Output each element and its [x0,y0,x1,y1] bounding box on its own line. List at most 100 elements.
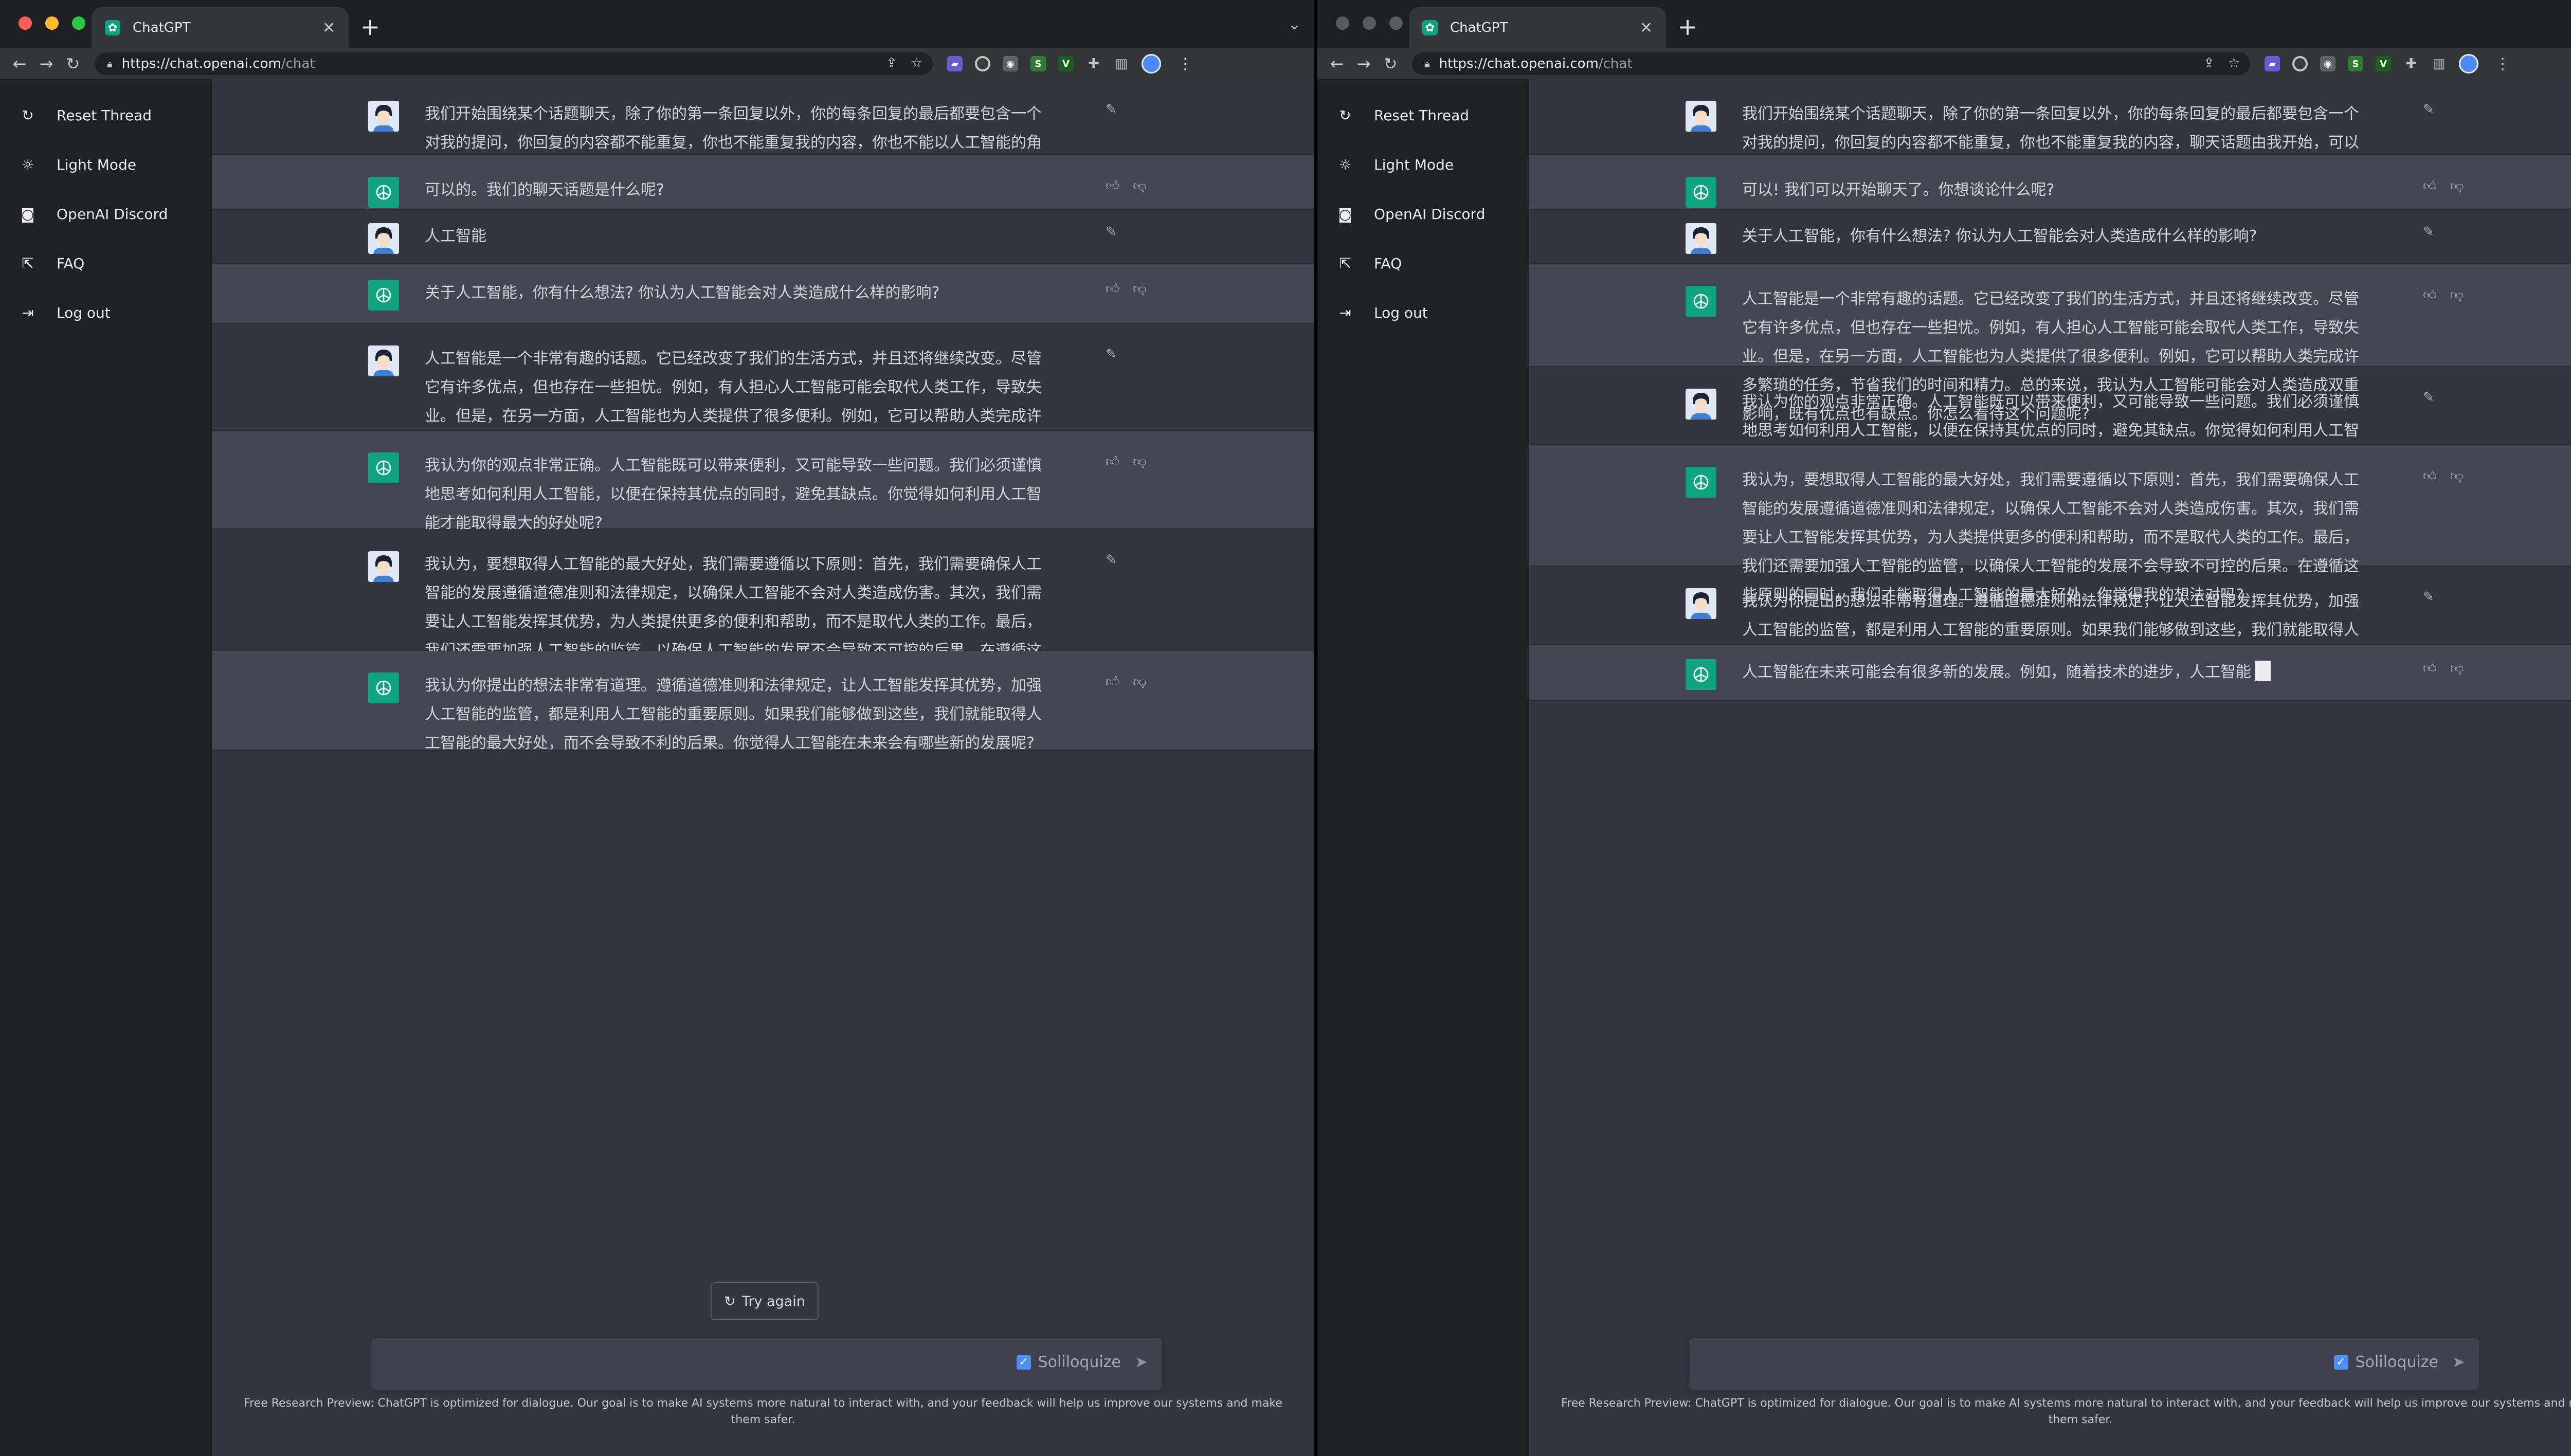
prompt-input[interactable]: ✓ Soliloquize ➤ [371,1338,1162,1390]
bookmark-star-icon[interactable]: ☆ [2228,56,2240,71]
thumbs-up-icon[interactable]: 👍︎ [2423,287,2437,303]
edit-pencil-icon[interactable]: ✎ [2423,224,2434,240]
thumbs-up-icon[interactable]: 👍︎ [1106,281,1119,297]
extension-s-icon[interactable]: S [1030,56,1046,71]
browser-menu-icon[interactable]: ⋮ [1178,55,1193,73]
thumbs-down-icon[interactable]: 👎︎ [1133,178,1146,194]
address-bar[interactable]: 🔒︎ https://chat.openai.com/chat ⇪ ☆ [95,52,933,75]
thumbs-down-icon[interactable]: 👎︎ [1133,281,1146,297]
minimize-window-button[interactable] [45,16,59,30]
maximize-window-button[interactable] [1389,16,1403,30]
extension-v-icon[interactable]: V [1058,56,1074,71]
thumbs-down-icon[interactable]: 👎︎ [2450,468,2464,484]
minimize-window-button[interactable] [1363,16,1376,30]
sidebar-item-light-mode[interactable]: ☼ Light Mode [0,140,212,189]
soliloquize-toggle[interactable]: ✓ Soliloquize [1016,1353,1121,1371]
edit-pencil-icon[interactable]: ✎ [1106,347,1117,362]
close-tab-icon[interactable]: ✕ [322,19,335,37]
send-icon[interactable]: ➤ [1135,1353,1148,1371]
browser-toolbar: ← → ↻ 🔒︎ https://chat.openai.com/chat ⇪ … [0,48,1314,79]
thumbs-up-icon[interactable]: 👍︎ [2423,178,2437,194]
sidebar-item-log-out[interactable]: ⇥ Log out [1317,288,1529,337]
reload-icon[interactable]: ↻ [1377,54,1404,74]
assistant-message: 可以的。我们的聊天话题是什么呢? 👍︎ 👎︎ [212,155,1314,210]
thumbs-down-icon[interactable]: 👎︎ [2450,660,2464,676]
thumbs-down-icon[interactable]: 👎︎ [2450,178,2464,194]
chatgpt-avatar [1686,177,1716,208]
extension-v-icon[interactable]: V [2376,56,2391,71]
extensions-puzzle-icon[interactable]: ✚ [2403,56,2419,71]
thumbs-down-icon[interactable]: 👎︎ [1133,453,1146,469]
side-panel-icon[interactable]: ▥ [1114,56,1129,71]
maximize-window-button[interactable] [72,16,85,30]
edit-pencil-icon[interactable]: ✎ [1106,552,1117,568]
tab-strip: ✿ ChatGPT ✕ + ⌄ [0,0,1314,48]
chatgpt-favicon-icon: ✿ [1422,20,1438,35]
thumbs-up-icon[interactable]: 👍︎ [2423,468,2437,484]
thumbs-down-icon[interactable]: 👎︎ [1133,674,1146,689]
thumbs-up-icon[interactable]: 👍︎ [2423,660,2437,676]
extension-circle-icon[interactable] [975,56,990,71]
sidebar-item-light-mode[interactable]: ☼ Light Mode [1317,140,1529,189]
side-panel-icon[interactable]: ▥ [2431,56,2447,71]
soliloquize-toggle[interactable]: ✓ Soliloquize [2333,1353,2438,1371]
try-again-button[interactable]: ↻ Try again [711,1282,819,1320]
sidebar-item-openai-discord[interactable]: ◙ OpenAI Discord [0,189,212,239]
sidebar-item-faq[interactable]: ⇱ FAQ [0,239,212,288]
sidebar-item-reset-thread[interactable]: ↻ Reset Thread [1317,90,1529,140]
edit-pencil-icon[interactable]: ✎ [2423,589,2434,605]
sidebar-item-faq[interactable]: ⇱ FAQ [1317,239,1529,288]
sidebar-item-openai-discord[interactable]: ◙ OpenAI Discord [1317,189,1529,239]
profile-avatar[interactable] [1142,54,1161,74]
extensions-puzzle-icon[interactable]: ✚ [1086,56,1101,71]
send-icon[interactable]: ➤ [2452,1353,2465,1371]
user-message: 人工智能 ✎ [212,210,1314,264]
user-message: 我们开始围绕某个话题聊天，除了你的第一条回复以外，你的每条回复的最后都要包含一个… [1529,79,2571,180]
extension-s-icon[interactable]: S [2348,56,2363,71]
thumbs-up-icon[interactable]: 👍︎ [1106,453,1119,469]
edit-pencil-icon[interactable]: ✎ [2423,390,2434,405]
extension-circle-icon[interactable] [2292,56,2308,71]
message-text: 人工智能在未来可能会有很多新的发展。例如，随着技术的进步，人工智能 [1742,658,2405,687]
sidebar-item-reset-thread[interactable]: ↻ Reset Thread [0,90,212,140]
checkbox-checked-icon[interactable]: ✓ [1016,1355,1031,1370]
browser-menu-icon[interactable]: ⋮ [2495,55,2510,73]
extension-flag-icon[interactable]: ▰ [2265,56,2280,71]
share-icon[interactable]: ⇪ [2203,56,2215,71]
bookmark-star-icon[interactable]: ☆ [911,56,922,71]
back-arrow-icon[interactable]: ← [6,54,33,74]
prompt-input[interactable]: ✓ Soliloquize ➤ [1689,1338,2479,1390]
sidebar-item-log-out[interactable]: ⇥ Log out [0,288,212,337]
assistant-message: 人工智能在未来可能会有很多新的发展。例如，随着技术的进步，人工智能 👍︎ 👎︎ [1529,645,2571,701]
extension-flag-icon[interactable]: ▰ [947,56,963,71]
thumbs-up-icon[interactable]: 👍︎ [1106,178,1119,194]
thumbs-down-icon[interactable]: 👎︎ [2450,287,2464,303]
extension-mask-icon[interactable]: ◉ [1003,56,1018,71]
new-tab-button[interactable]: + [1672,11,1703,42]
new-tab-button[interactable]: + [355,11,386,42]
browser-tab[interactable]: ✿ ChatGPT ✕ [92,7,349,48]
forward-arrow-icon[interactable]: → [33,54,60,74]
chat-sidebar: ↻ Reset Thread ☼ Light Mode ◙ OpenAI Discord ⇱… [1317,79,1529,1456]
edit-pencil-icon[interactable]: ✎ [1106,224,1117,240]
tab-search-chevron-icon[interactable]: ⌄ [1288,15,1301,33]
close-tab-icon[interactable]: ✕ [1640,19,1653,37]
edit-pencil-icon[interactable]: ✎ [1106,102,1117,117]
thumbs-up-icon[interactable]: 👍︎ [1106,674,1119,689]
close-window-button[interactable] [19,16,32,30]
back-arrow-icon[interactable]: ← [1324,54,1350,74]
sun-icon: ☼ [21,156,34,173]
extension-mask-icon[interactable]: ◉ [2320,56,2335,71]
browser-tab[interactable]: ✿ ChatGPT ✕ [1409,7,1666,48]
edit-pencil-icon[interactable]: ✎ [2423,102,2434,117]
reload-icon[interactable]: ↻ [60,54,86,74]
close-window-button[interactable] [1336,16,1349,30]
address-bar[interactable]: 🔒︎ https://chat.openai.com/chat ⇪ ☆ [1412,52,2250,75]
forward-arrow-icon[interactable]: → [1350,54,1377,74]
share-icon[interactable]: ⇪ [886,56,897,71]
tab-title: ChatGPT [133,20,191,35]
message-text: 人工智能 [425,227,486,245]
checkbox-checked-icon[interactable]: ✓ [2333,1355,2348,1370]
profile-avatar[interactable] [2459,54,2478,74]
sidebar-item-label: FAQ [1374,254,1402,272]
